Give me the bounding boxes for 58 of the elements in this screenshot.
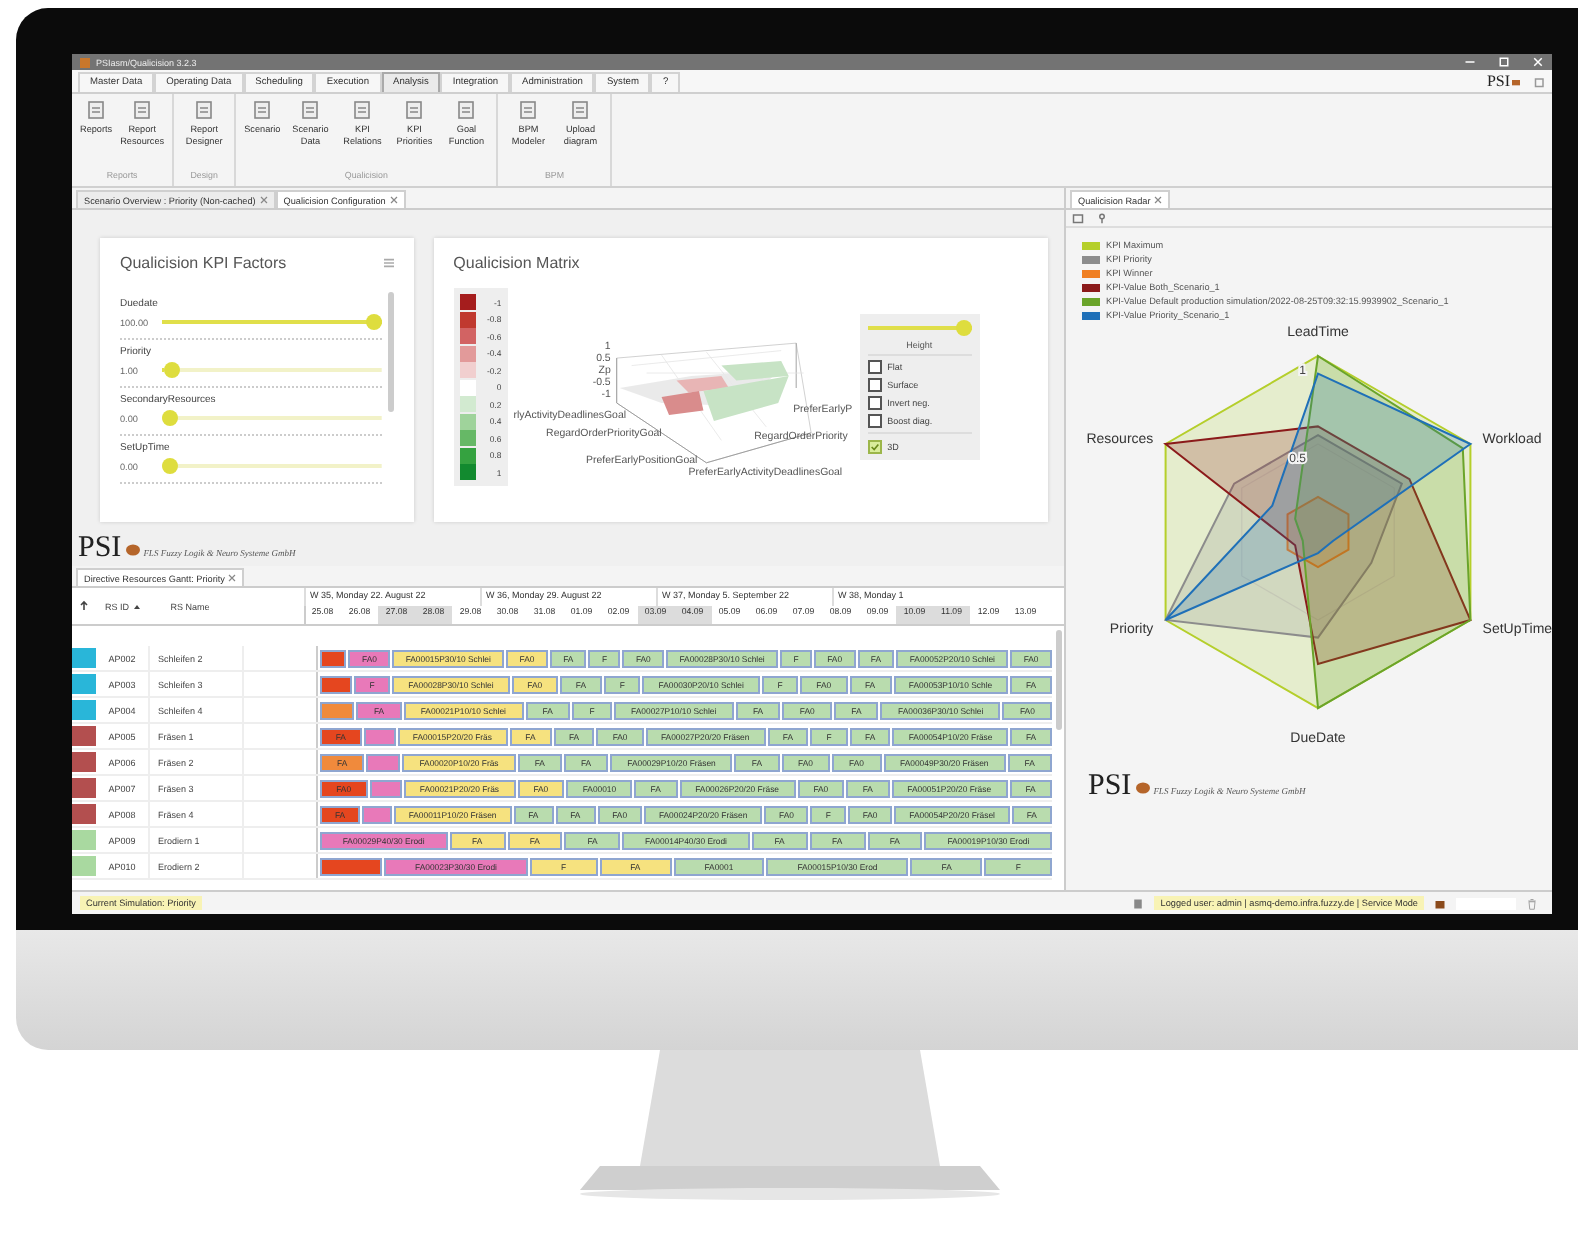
scrollbar[interactable] xyxy=(1056,630,1062,730)
document-icon xyxy=(132,100,153,120)
close-icon[interactable] xyxy=(259,196,268,205)
psi-logo: PSI xyxy=(78,534,122,564)
document-icon xyxy=(570,100,591,120)
psi-logo: PSI xyxy=(1486,72,1510,90)
restore-icon[interactable] xyxy=(1534,75,1546,87)
checkbox[interactable] xyxy=(867,360,882,374)
document-icon xyxy=(252,100,273,120)
slider-thumb[interactable] xyxy=(955,320,972,336)
document-icon xyxy=(86,100,107,120)
task-bar[interactable] xyxy=(320,701,355,719)
trash-icon[interactable] xyxy=(1526,897,1538,909)
card-title: Qualicision Matrix xyxy=(453,254,582,272)
pin-icon[interactable] xyxy=(1096,212,1108,224)
factor-slider[interactable] xyxy=(162,458,382,474)
document-icon xyxy=(404,100,425,120)
checkbox[interactable] xyxy=(867,378,882,392)
task-bar[interactable] xyxy=(362,805,392,823)
document-icon xyxy=(456,100,477,120)
cup-icon xyxy=(1135,782,1150,794)
slider-thumb[interactable] xyxy=(164,362,181,378)
task-bar[interactable] xyxy=(366,753,401,771)
psi-logo: PSI xyxy=(1088,772,1132,802)
cup-icon xyxy=(1512,77,1520,85)
factor-slider[interactable] xyxy=(162,362,382,378)
calculator-icon xyxy=(1132,897,1145,909)
card-title: Qualicision KPI Factors xyxy=(120,254,287,272)
close-icon[interactable] xyxy=(228,574,237,583)
cup-icon xyxy=(125,544,140,556)
task-bar[interactable] xyxy=(363,727,396,745)
maximize-icon[interactable] xyxy=(1498,56,1510,68)
sort-caret-icon[interactable] xyxy=(133,603,139,609)
document-icon xyxy=(352,100,373,120)
close-icon[interactable] xyxy=(1154,196,1163,205)
checkbox[interactable] xyxy=(867,414,882,428)
document-icon xyxy=(194,100,215,120)
slider-thumb[interactable] xyxy=(365,314,382,330)
close-icon[interactable] xyxy=(389,196,398,205)
task-bar[interactable] xyxy=(369,779,402,797)
task-bar[interactable] xyxy=(320,857,383,875)
document-icon xyxy=(518,100,539,120)
checkbox[interactable] xyxy=(867,440,882,454)
app-icon xyxy=(80,57,90,67)
task-bar[interactable] xyxy=(320,675,352,693)
height-slider[interactable] xyxy=(867,320,972,336)
scrollbar[interactable] xyxy=(387,292,394,412)
slider-thumb[interactable] xyxy=(162,458,178,474)
export-icon[interactable] xyxy=(1072,212,1084,224)
cup-icon xyxy=(1434,897,1446,909)
factor-slider[interactable] xyxy=(162,314,382,330)
task-bar[interactable] xyxy=(320,649,347,667)
factor-slider[interactable] xyxy=(162,410,382,426)
document-icon xyxy=(300,100,321,120)
minimize-icon[interactable] xyxy=(1464,56,1476,68)
menu-icon[interactable] xyxy=(383,258,394,268)
slider-thumb[interactable] xyxy=(162,410,178,426)
checkbox[interactable] xyxy=(867,396,882,410)
